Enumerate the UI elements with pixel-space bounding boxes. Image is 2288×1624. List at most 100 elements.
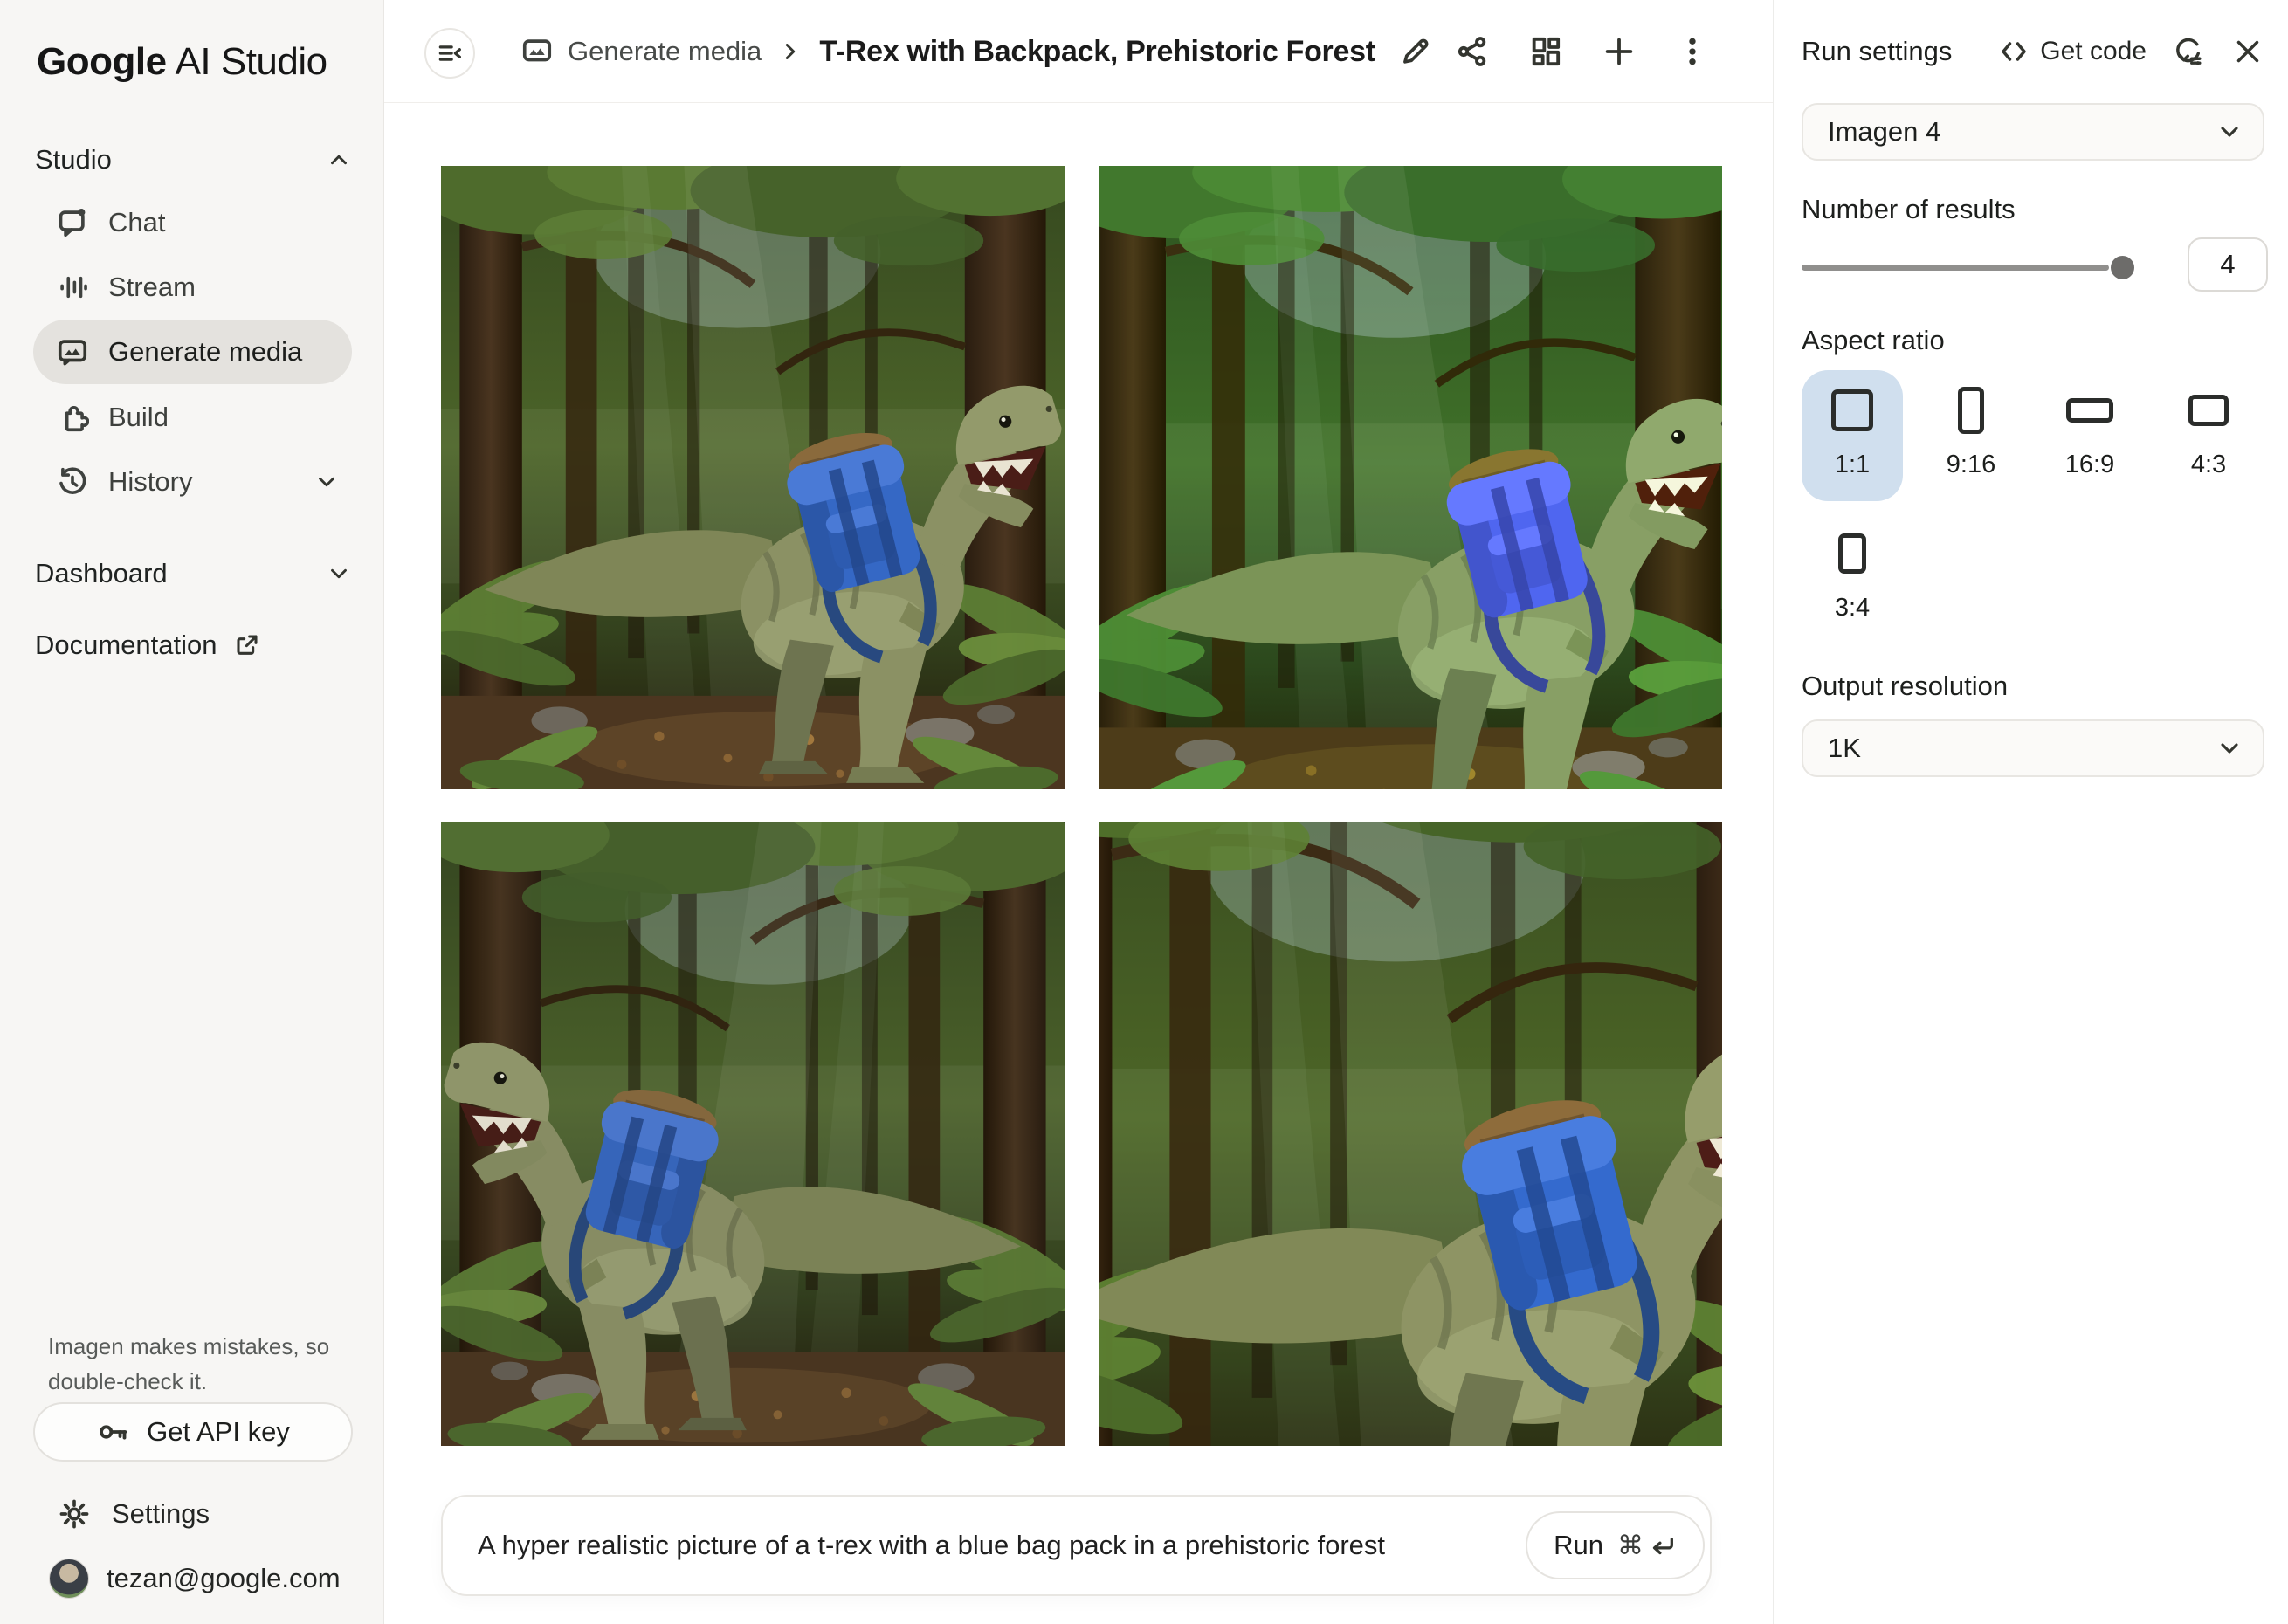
gear-icon xyxy=(58,1497,91,1531)
sidebar-item-label: History xyxy=(108,466,192,498)
get-code-button[interactable]: Get code xyxy=(1998,36,2147,67)
sidebar-item-stream[interactable]: Stream xyxy=(33,255,352,320)
sidebar-item-build[interactable]: Build xyxy=(33,385,352,450)
sidebar-item-history[interactable]: History xyxy=(33,450,352,514)
sidebar-section-studio[interactable]: Studio xyxy=(35,138,352,182)
slider-thumb[interactable] xyxy=(2111,256,2134,279)
app-logo[interactable]: GoogleAI Studio xyxy=(37,40,327,84)
code-brackets-icon xyxy=(1998,36,2030,67)
gallery-view-button[interactable] xyxy=(1526,32,1565,71)
dashboard-label: Dashboard xyxy=(35,558,168,589)
share-icon xyxy=(1455,34,1490,69)
aspect-ratio-option-label: 16:9 xyxy=(2065,451,2114,479)
main-content: Generate media T-Rex with Backpack, Preh… xyxy=(384,0,1773,1624)
command-key-icon: ⌘ xyxy=(1617,1531,1644,1561)
run-settings-panel: Run settings Get code xyxy=(1773,0,2288,1624)
sidebar-item-label: Generate media xyxy=(108,336,302,368)
generated-image-1[interactable] xyxy=(441,166,1065,789)
collapse-panel-icon xyxy=(435,38,465,68)
model-select[interactable]: Imagen 4 xyxy=(1802,103,2264,161)
media-icon xyxy=(520,35,554,68)
chevron-down-icon xyxy=(326,561,352,587)
new-prompt-button[interactable] xyxy=(1600,32,1638,71)
more-options-button[interactable] xyxy=(1673,32,1712,71)
edit-pencil-icon[interactable] xyxy=(1398,35,1431,68)
model-disclaimer: Imagen makes mistakes, so double-check i… xyxy=(48,1329,345,1399)
run-settings-tools: Get code xyxy=(1998,34,2265,69)
main-header: Generate media T-Rex with Backpack, Preh… xyxy=(384,0,1773,103)
aspect-ratio-option-label: 4:3 xyxy=(2191,451,2226,479)
close-icon xyxy=(2232,36,2264,67)
reset-icon xyxy=(2173,36,2204,67)
external-link-icon xyxy=(233,631,261,659)
avatar xyxy=(49,1559,89,1599)
aspect-ratio-option-3-4[interactable]: 3:4 xyxy=(1802,513,1903,644)
chat-icon xyxy=(56,206,89,239)
run-button[interactable]: Run ⌘ xyxy=(1526,1511,1705,1579)
aspect-9-16-icon xyxy=(1958,370,1984,451)
generated-image-3[interactable] xyxy=(441,822,1065,1446)
breadcrumb-generate-media[interactable]: Generate media xyxy=(520,35,762,68)
stream-waveform-icon xyxy=(56,271,89,304)
model-select-value: Imagen 4 xyxy=(1828,116,1940,148)
run-shortcut: ⌘ xyxy=(1617,1531,1677,1561)
sidebar-item-label: Chat xyxy=(108,207,165,238)
account-email: tezan@google.com xyxy=(107,1563,341,1594)
sidebar-item-label: Stream xyxy=(108,272,196,303)
get-api-key-button[interactable]: Get API key xyxy=(33,1402,353,1462)
account-row[interactable]: tezan@google.com xyxy=(49,1554,341,1603)
build-puzzle-icon xyxy=(56,401,89,434)
sidebar-item-label: Build xyxy=(108,402,169,433)
generated-image-4[interactable] xyxy=(1099,822,1722,1446)
sidebar-item-generate-media[interactable]: Generate media xyxy=(33,320,352,384)
documentation-label: Documentation xyxy=(35,630,217,661)
settings-label: Settings xyxy=(112,1498,210,1530)
breadcrumb-root-label: Generate media xyxy=(568,36,762,67)
slider-track[interactable] xyxy=(1802,265,2109,271)
close-panel-button[interactable] xyxy=(2230,34,2265,69)
get-api-key-label: Get API key xyxy=(147,1416,290,1448)
prompt-bar[interactable]: A hyper realistic picture of a t-rex wit… xyxy=(441,1495,1712,1596)
history-clock-icon xyxy=(56,465,89,499)
studio-section-label: Studio xyxy=(35,144,112,175)
get-code-label: Get code xyxy=(2040,37,2147,66)
plus-icon xyxy=(1602,34,1637,69)
aspect-ratio-option-16-9[interactable]: 16:9 xyxy=(2039,370,2140,501)
sidebar-link-documentation[interactable]: Documentation xyxy=(35,623,352,667)
aspect-16-9-icon xyxy=(2066,370,2113,451)
sidebar-section-dashboard[interactable]: Dashboard xyxy=(35,552,352,595)
header-actions xyxy=(1453,0,1712,103)
output-resolution-label: Output resolution xyxy=(1802,671,2008,702)
key-icon xyxy=(96,1414,131,1449)
breadcrumb: Generate media T-Rex with Backpack, Preh… xyxy=(520,0,1431,103)
number-of-results-slider[interactable] xyxy=(1802,248,2116,286)
sidebar-item-chat[interactable]: Chat xyxy=(33,190,352,255)
aspect-ratio-option-9-16[interactable]: 9:16 xyxy=(1920,370,2022,501)
output-resolution-select[interactable]: 1K xyxy=(1802,719,2264,777)
chevron-right-icon xyxy=(777,38,803,65)
output-resolution-value: 1K xyxy=(1828,733,1861,764)
settings-button[interactable]: Settings xyxy=(58,1490,210,1538)
logo-google: Google xyxy=(37,40,167,83)
dashboard-grid-icon xyxy=(1528,34,1563,69)
chevron-down-icon xyxy=(314,469,340,495)
number-of-results-input[interactable]: 4 xyxy=(2188,237,2268,292)
aspect-ratio-option-label: 9:16 xyxy=(1947,451,1995,479)
collapse-sidebar-button[interactable] xyxy=(424,28,475,79)
share-button[interactable] xyxy=(1453,32,1492,71)
kebab-menu-icon xyxy=(1675,34,1710,69)
logo-suffix: AI Studio xyxy=(176,40,327,83)
aspect-ratio-option-1-1[interactable]: 1:1 xyxy=(1802,370,1903,501)
aspect-3-4-icon xyxy=(1838,513,1866,594)
number-of-results-label: Number of results xyxy=(1802,194,2016,225)
aspect-4-3-icon xyxy=(2188,370,2229,451)
page-title: T-Rex with Backpack, Prehistoric Forest xyxy=(819,35,1375,69)
generated-image-2[interactable] xyxy=(1099,166,1722,789)
chevron-down-icon xyxy=(2216,734,2243,762)
return-key-icon xyxy=(1647,1531,1677,1560)
google-ai-studio-app: GoogleAI Studio Studio Chat Stream xyxy=(0,0,2288,1624)
aspect-ratio-option-4-3[interactable]: 4:3 xyxy=(2158,370,2259,501)
reset-settings-button[interactable] xyxy=(2171,34,2206,69)
generate-media-icon xyxy=(56,335,89,368)
disclaimer-line2: double-check it. xyxy=(48,1364,345,1399)
